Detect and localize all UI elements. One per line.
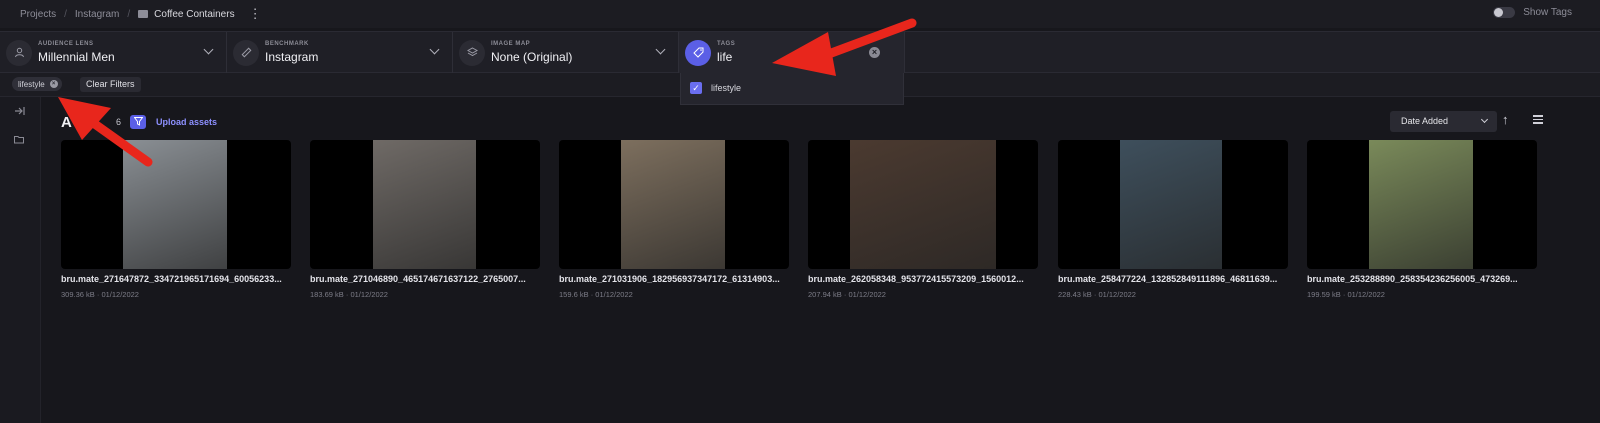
annotation-arrows — [58, 18, 917, 167]
arrow-to-filter-chip — [58, 97, 153, 167]
arrow-to-tags-input — [772, 18, 917, 76]
